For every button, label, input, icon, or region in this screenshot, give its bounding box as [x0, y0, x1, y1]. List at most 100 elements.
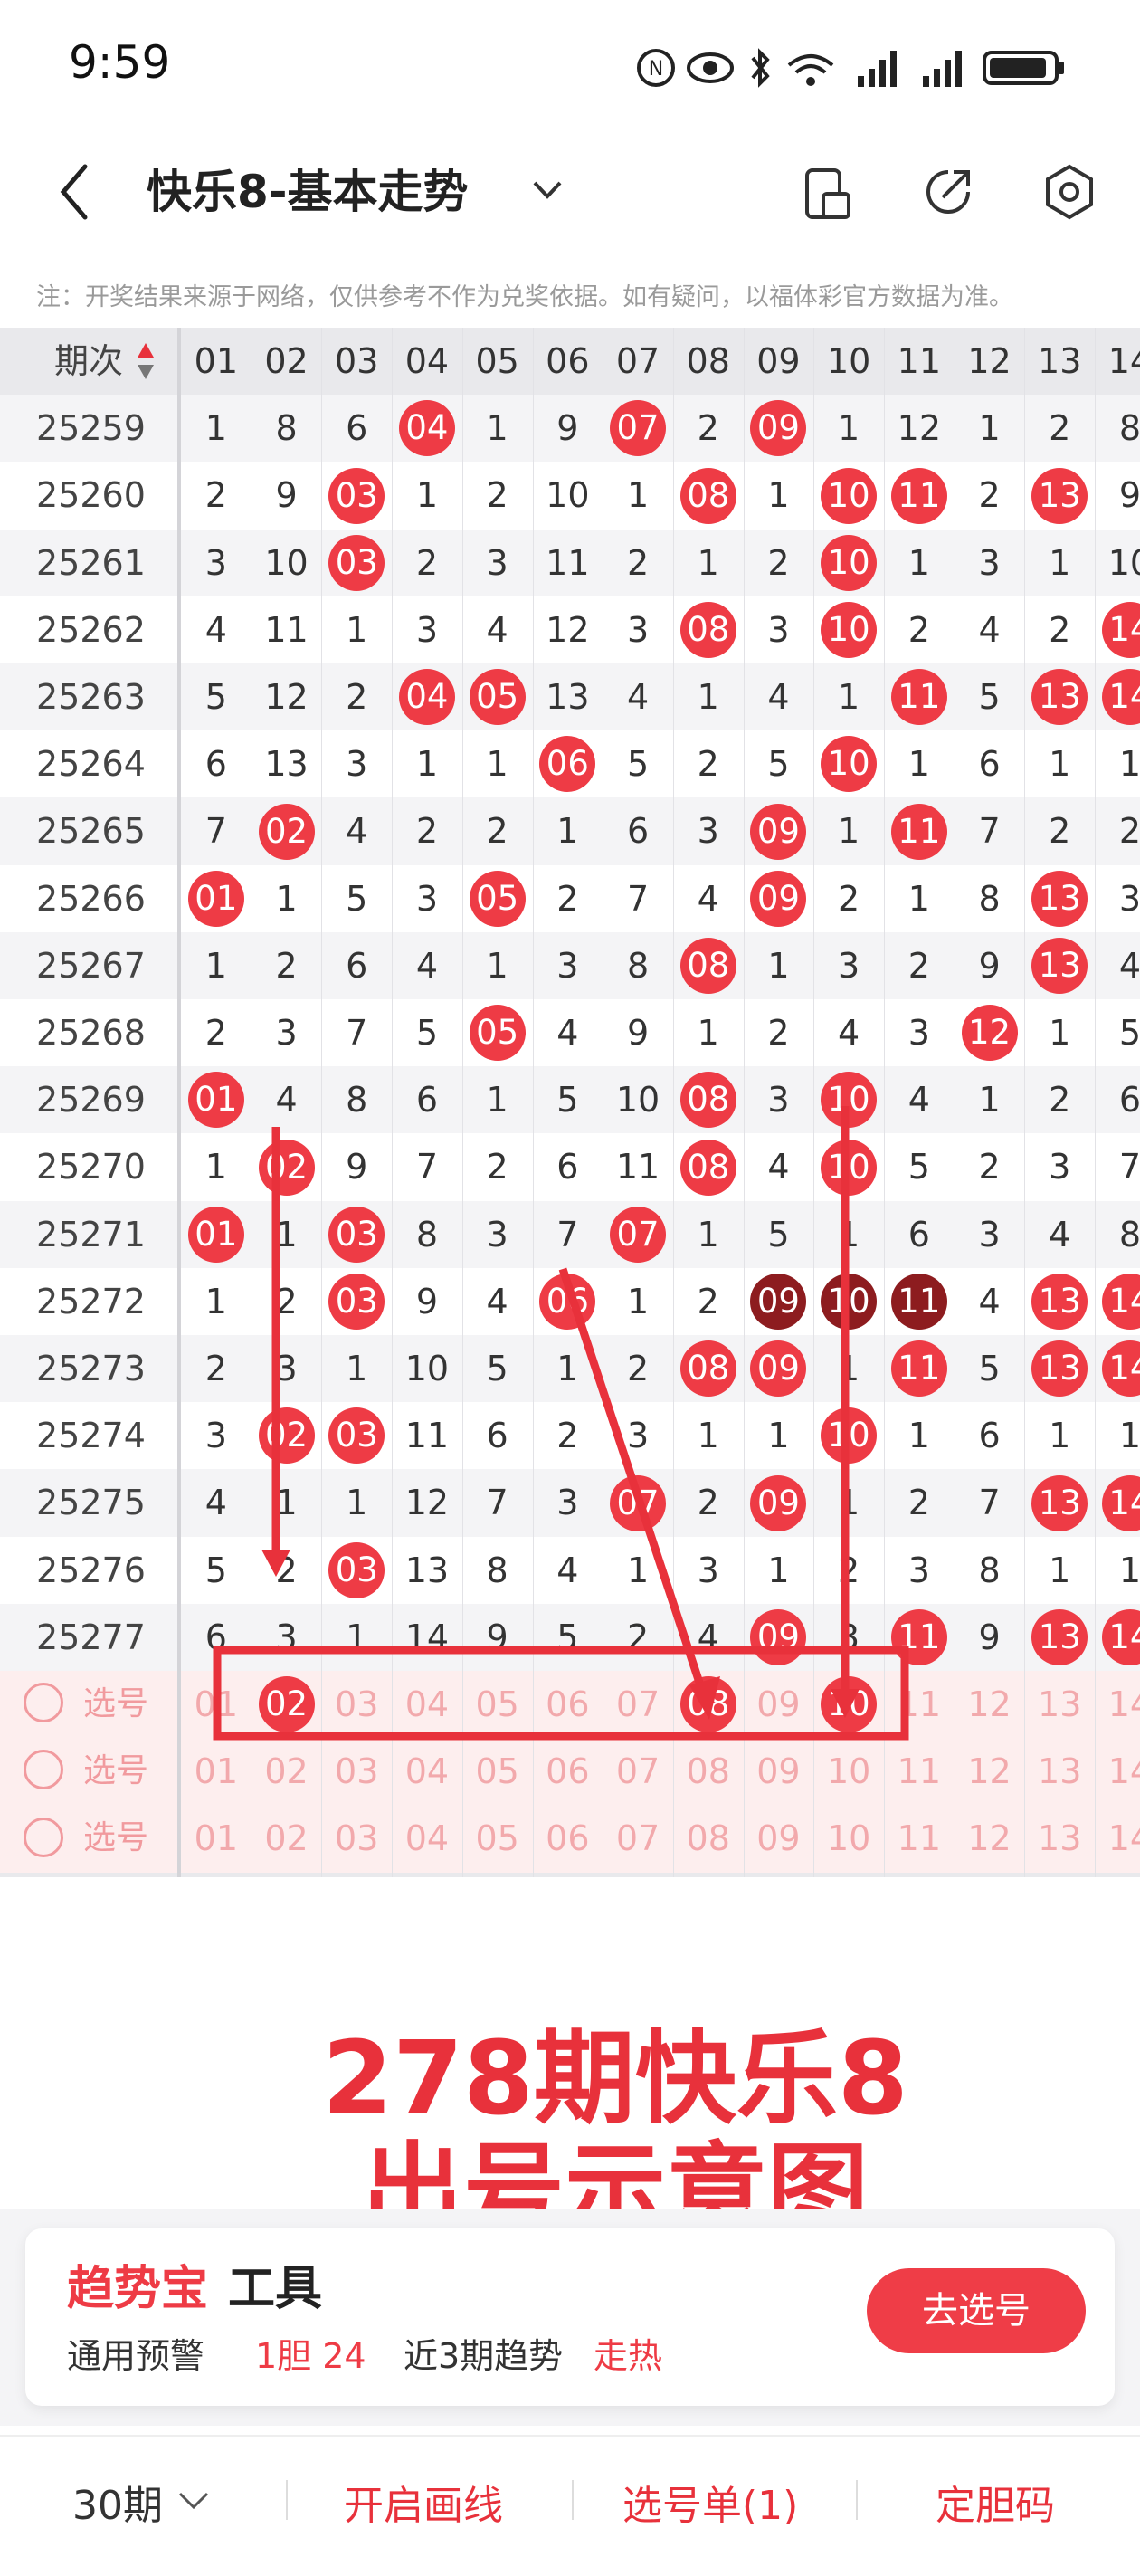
omission-value: 10: [615, 1080, 660, 1121]
selected-ball[interactable]: 10: [821, 1676, 878, 1733]
pick-number[interactable]: 09: [744, 1671, 814, 1738]
pick-number[interactable]: 11: [884, 1805, 955, 1872]
pick-number[interactable]: 10: [813, 1738, 884, 1805]
settings-hexagon-icon[interactable]: [1042, 163, 1097, 221]
pick-number[interactable]: 02: [252, 1805, 322, 1872]
page-title[interactable]: 快乐8-基本走势: [147, 156, 469, 221]
pick-number[interactable]: 08: [673, 1805, 744, 1872]
pick-row-label[interactable]: 选号: [83, 1738, 174, 1805]
pick-number[interactable]: 05: [462, 1671, 533, 1738]
omission-value: 6: [346, 408, 368, 449]
pick-number[interactable]: 03: [321, 1805, 392, 1872]
omission-value: 7: [626, 878, 650, 919]
omission-value: 1: [767, 1550, 790, 1590]
pick-list-button[interactable]: 选号单(1): [622, 2473, 798, 2531]
grid-line: [884, 328, 885, 1877]
pick-number[interactable]: 02: [252, 1738, 322, 1805]
draw-lines-button[interactable]: 开启画线: [344, 2473, 503, 2531]
radio-circle[interactable]: [24, 1817, 63, 1857]
pick-number[interactable]: 11: [884, 1671, 955, 1738]
pick-number[interactable]: 14: [1095, 1805, 1140, 1872]
omission-value: 1: [978, 1080, 1001, 1121]
pick-number[interactable]: 14: [1095, 1671, 1140, 1738]
pick-number[interactable]: 07: [603, 1671, 673, 1738]
pick-number[interactable]: 11: [884, 1738, 955, 1805]
promo-value-2: 走热: [594, 2336, 663, 2376]
pick-number[interactable]: 10: [813, 1805, 884, 1872]
omission-value: 5: [346, 878, 368, 919]
period-selector[interactable]: 30期: [72, 2473, 163, 2531]
omission-value: 9: [486, 1617, 508, 1657]
pick-number[interactable]: 07: [603, 1805, 673, 1872]
drawn-ball: 08: [679, 1139, 736, 1196]
pick-number[interactable]: 06: [533, 1671, 603, 1738]
pick-number[interactable]: 04: [392, 1671, 462, 1738]
pick-number[interactable]: 06: [533, 1738, 603, 1805]
sort-arrows-icon[interactable]: [136, 341, 156, 381]
radio-circle[interactable]: [24, 1750, 63, 1790]
column-header-10: 10: [826, 341, 871, 381]
omission-value: 1: [978, 408, 1001, 449]
omission-value: 8: [1118, 1214, 1140, 1255]
column-header-06: 06: [546, 341, 590, 381]
omission-value: 1: [346, 609, 368, 650]
omission-value: 3: [1118, 878, 1140, 919]
pick-number[interactable]: 12: [955, 1671, 1025, 1738]
pick-number[interactable]: 06: [533, 1805, 603, 1872]
pick-number[interactable]: 12: [955, 1738, 1025, 1805]
go-pick-button[interactable]: 去选号: [867, 2268, 1086, 2353]
drawn-ball: 11: [890, 1340, 947, 1398]
omission-value: 1: [1049, 1550, 1071, 1590]
issue-number: 25264: [36, 744, 146, 785]
omission-value: 2: [275, 945, 298, 986]
pick-number[interactable]: 14: [1095, 1738, 1140, 1805]
column-header-13: 13: [1024, 1873, 1095, 1877]
omission-value: 3: [767, 1080, 790, 1121]
grid-line: [321, 328, 323, 1877]
drawn-ball: 13: [1031, 1608, 1088, 1665]
pick-number[interactable]: 01: [181, 1805, 252, 1872]
omission-value: 2: [767, 1013, 790, 1053]
pick-number[interactable]: 04: [392, 1738, 462, 1805]
column-divider: [177, 328, 181, 1877]
pick-number[interactable]: 05: [462, 1805, 533, 1872]
pick-row-label[interactable]: 选号: [83, 1671, 174, 1738]
selected-ball[interactable]: 08: [679, 1676, 736, 1733]
omission-value: 2: [978, 475, 1001, 516]
pick-number[interactable]: 13: [1024, 1805, 1095, 1872]
share-icon[interactable]: [921, 165, 975, 219]
issue-number: 25271: [36, 1214, 146, 1255]
omission-value: 9: [626, 1013, 650, 1053]
omission-value: 8: [486, 1550, 508, 1590]
pick-number[interactable]: 03: [321, 1671, 392, 1738]
pick-number[interactable]: 05: [462, 1738, 533, 1805]
chevron-down-icon[interactable]: [177, 2491, 210, 2511]
pick-number[interactable]: 01: [181, 1738, 252, 1805]
pick-number[interactable]: 09: [744, 1738, 814, 1805]
pick-number[interactable]: 12: [955, 1805, 1025, 1872]
pick-number[interactable]: 09: [744, 1805, 814, 1872]
drawn-ball: 01: [187, 1072, 244, 1129]
omission-value: 4: [486, 609, 508, 650]
pick-number[interactable]: 08: [673, 1738, 744, 1805]
omission-value: 2: [486, 475, 508, 516]
omission-value: 2: [486, 1147, 508, 1188]
omission-value: 2: [275, 1550, 298, 1590]
phone-landscape-icon[interactable]: [803, 167, 852, 221]
back-button[interactable]: [56, 163, 92, 221]
omission-value: 7: [204, 811, 227, 852]
chevron-down-icon[interactable]: [532, 179, 563, 201]
pick-number[interactable]: 07: [603, 1738, 673, 1805]
omission-value: 4: [697, 1617, 719, 1657]
omission-value: 2: [204, 1349, 227, 1388]
pick-number[interactable]: 13: [1024, 1738, 1095, 1805]
set-banker-button[interactable]: 定胆码: [936, 2473, 1055, 2531]
selected-ball[interactable]: 02: [258, 1676, 315, 1733]
pick-number[interactable]: 04: [392, 1805, 462, 1872]
radio-circle[interactable]: [24, 1683, 63, 1723]
pick-number[interactable]: 13: [1024, 1671, 1095, 1738]
pick-row-label[interactable]: 选号: [83, 1805, 174, 1872]
pick-number[interactable]: 01: [181, 1671, 252, 1738]
omission-value: 10: [1107, 542, 1140, 583]
pick-number[interactable]: 03: [321, 1738, 392, 1805]
